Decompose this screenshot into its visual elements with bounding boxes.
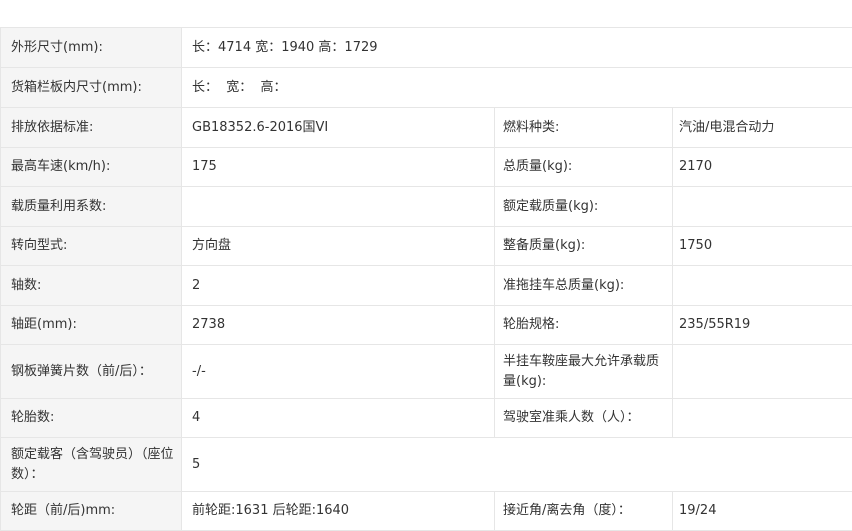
spec-label: 半挂车鞍座最大允许承载质量(kg):: [495, 345, 673, 399]
spec-label: 额定载质量(kg):: [495, 187, 673, 227]
top-spacer: [0, 0, 852, 27]
spec-value: 2170: [673, 148, 852, 187]
spec-label: 钢板弹簧片数（前/后）：: [1, 345, 182, 399]
table-row: 最高车速(km/h): 175 总质量(kg): 2170: [1, 148, 852, 187]
table-row: 排放依据标准: GB18352.6-2016国VI 燃料种类: 汽油/电混合动力: [1, 108, 852, 148]
table-row: 轮胎数: 4 驾驶室准乘人数（人）：: [1, 399, 852, 438]
spec-label: 额定载客（含驾驶员）（座位数）：: [1, 438, 182, 492]
spec-value: [673, 399, 852, 438]
table-row: 载质量利用系数: 额定载质量(kg):: [1, 187, 852, 227]
spec-value: 前轮距:1631 后轮距:1640: [182, 492, 495, 531]
spec-value: GB18352.6-2016国VI: [182, 108, 495, 148]
spec-label: 货箱栏板内尺寸(mm):: [1, 68, 182, 108]
spec-label: 轮胎规格:: [495, 306, 673, 345]
spec-value: 175: [182, 148, 495, 187]
spec-value: 4: [182, 399, 495, 438]
spec-value: 19/24: [673, 492, 852, 531]
vehicle-spec-table: 外形尺寸(mm): 长：4714 宽：1940 高：1729 货箱栏板内尺寸(m…: [0, 27, 852, 531]
spec-label: 轮距（前/后)mm:: [1, 492, 182, 531]
spec-value: 2: [182, 266, 495, 306]
spec-value: [673, 187, 852, 227]
table-row: 轮距（前/后)mm: 前轮距:1631 后轮距:1640 接近角/离去角（度）：…: [1, 492, 852, 531]
spec-label: 整备质量(kg):: [495, 227, 673, 266]
spec-value: 235/55R19: [673, 306, 852, 345]
spec-value: 长： 宽： 高：: [182, 68, 852, 108]
spec-label: 轴数:: [1, 266, 182, 306]
spec-label: 驾驶室准乘人数（人）：: [495, 399, 673, 438]
spec-value: 方向盘: [182, 227, 495, 266]
spec-label: 载质量利用系数:: [1, 187, 182, 227]
spec-label: 总质量(kg):: [495, 148, 673, 187]
spec-value: [673, 345, 852, 399]
table-row: 轴距(mm): 2738 轮胎规格: 235/55R19: [1, 306, 852, 345]
spec-label: 轴距(mm):: [1, 306, 182, 345]
table-row: 钢板弹簧片数（前/后）： -/- 半挂车鞍座最大允许承载质量(kg):: [1, 345, 852, 399]
spec-value: [182, 187, 495, 227]
table-row: 货箱栏板内尺寸(mm): 长： 宽： 高：: [1, 68, 852, 108]
spec-label: 排放依据标准:: [1, 108, 182, 148]
spec-label: 外形尺寸(mm):: [1, 28, 182, 68]
spec-label: 转向型式:: [1, 227, 182, 266]
table-row: 转向型式: 方向盘 整备质量(kg): 1750: [1, 227, 852, 266]
spec-label: 轮胎数:: [1, 399, 182, 438]
spec-value: 2738: [182, 306, 495, 345]
spec-value: 汽油/电混合动力: [673, 108, 852, 148]
table-row: 轴数: 2 准拖挂车总质量(kg):: [1, 266, 852, 306]
spec-label: 准拖挂车总质量(kg):: [495, 266, 673, 306]
spec-label: 接近角/离去角（度）：: [495, 492, 673, 531]
spec-label: 燃料种类:: [495, 108, 673, 148]
spec-value: [673, 266, 852, 306]
spec-value: -/-: [182, 345, 495, 399]
spec-value: 5: [182, 438, 852, 492]
spec-value: 长：4714 宽：1940 高：1729: [182, 28, 852, 68]
spec-label: 最高车速(km/h):: [1, 148, 182, 187]
spec-value: 1750: [673, 227, 852, 266]
table-row: 外形尺寸(mm): 长：4714 宽：1940 高：1729: [1, 28, 852, 68]
table-row: 额定载客（含驾驶员）（座位数）： 5: [1, 438, 852, 492]
